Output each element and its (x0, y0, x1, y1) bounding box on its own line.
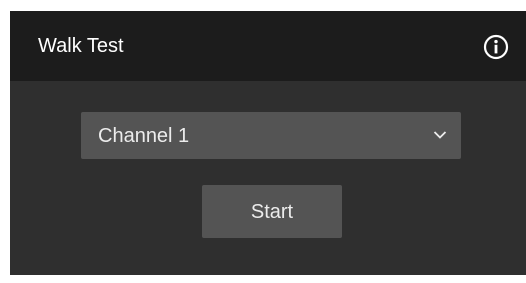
info-circle-icon (483, 34, 509, 60)
channel-select[interactable]: Channel 1 (81, 112, 461, 159)
chevron-down-icon (433, 130, 447, 140)
start-button[interactable]: Start (202, 185, 342, 238)
channel-select-value: Channel 1 (98, 125, 190, 147)
walk-test-panel: Walk Test Channel 1 Start (10, 11, 526, 275)
panel-header: Walk Test (10, 11, 526, 81)
panel-title: Walk Test (38, 35, 124, 57)
info-button[interactable] (483, 34, 509, 60)
